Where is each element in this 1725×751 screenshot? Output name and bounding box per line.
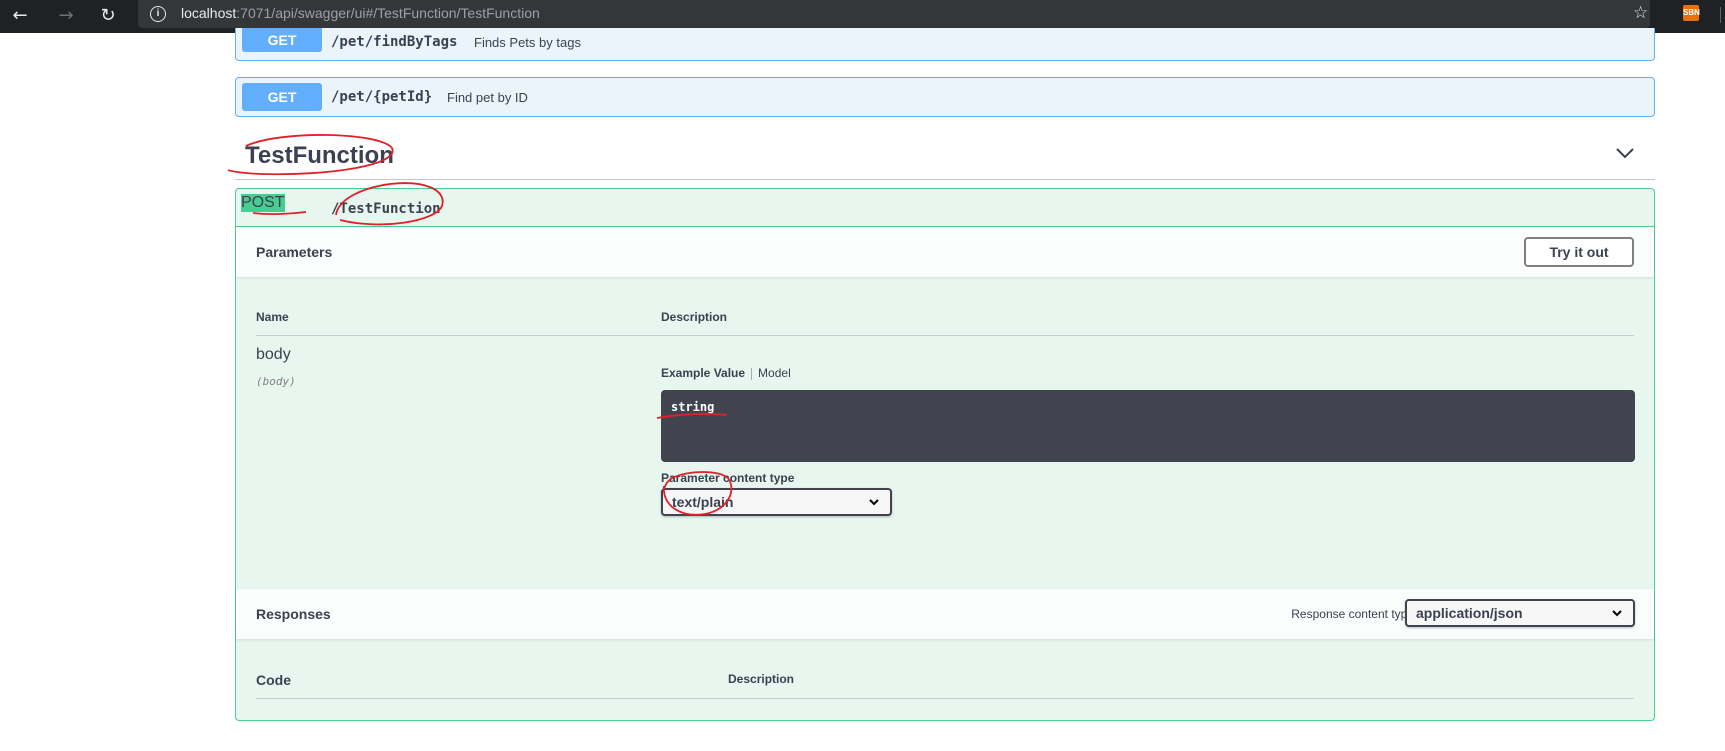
operation-summary: Find pet by ID xyxy=(447,90,528,105)
operation-path: /TestFunction xyxy=(331,201,441,217)
col-code-header: Code xyxy=(256,672,291,688)
tab-model[interactable]: Model xyxy=(758,366,791,380)
response-content-type-select[interactable]: application/json xyxy=(1405,599,1635,627)
chevron-down-icon[interactable] xyxy=(1615,146,1635,160)
opblock-post-testfunction: POST /TestFunction Parameters Try it out… xyxy=(235,188,1655,721)
method-badge: POST xyxy=(241,194,285,212)
parameter-content-type-select[interactable]: text/plain xyxy=(661,488,892,516)
method-badge: GET xyxy=(242,83,322,111)
selected-value: application/json xyxy=(1416,605,1523,621)
parameters-title: Parameters xyxy=(256,244,333,260)
parameters-header: Parameters Try it out xyxy=(236,227,1654,277)
table-header-divider xyxy=(256,335,1634,336)
method-badge: GET xyxy=(242,28,322,52)
url-path: :7071/api/swagger/ui#/TestFunction/TestF… xyxy=(236,5,540,21)
col-description-header: Description xyxy=(661,310,728,324)
chevron-down-icon xyxy=(869,499,879,506)
forward-arrow-icon[interactable]: → xyxy=(54,4,78,28)
operation-summary: Finds Pets by tags xyxy=(474,35,581,50)
example-model-tabs: Example Value Model xyxy=(661,366,791,380)
tab-divider xyxy=(751,367,753,380)
responses-table-divider xyxy=(256,698,1634,699)
chevron-down-icon xyxy=(1612,610,1622,617)
param-name: body xyxy=(256,346,291,363)
response-content-type-label: Response content type xyxy=(1291,607,1414,621)
param-location: (body) xyxy=(256,375,296,388)
reload-icon[interactable]: ↻ xyxy=(96,4,120,28)
example-value-box[interactable]: string xyxy=(661,390,1635,462)
tab-example-value[interactable]: Example Value xyxy=(661,366,745,380)
operation-path: /pet/findByTags xyxy=(331,34,458,50)
bookmark-star-icon[interactable]: ☆ xyxy=(1633,3,1648,23)
opblock-get-findbytags[interactable]: GET /pet/findByTags Finds Pets by tags xyxy=(235,28,1655,61)
url-host: localhost xyxy=(181,5,237,21)
tag-section-testfunction[interactable]: TestFunction xyxy=(235,128,1655,180)
parameter-content-type-label: Parameter content type xyxy=(661,471,795,485)
operation-summary-bar[interactable]: POST /TestFunction xyxy=(236,189,1654,227)
responses-header: Responses Response content type applicat… xyxy=(236,589,1654,639)
example-code: string xyxy=(671,400,715,414)
try-it-out-button[interactable]: Try it out xyxy=(1524,237,1634,267)
operation-path: /pet/{petId} xyxy=(331,89,433,105)
tag-title: TestFunction xyxy=(245,142,394,169)
col-name-header: Name xyxy=(256,310,289,324)
back-arrow-icon[interactable]: ← xyxy=(8,4,32,28)
toolbar-divider xyxy=(1720,7,1721,23)
responses-title: Responses xyxy=(256,606,331,622)
extension-icon[interactable]: SBN xyxy=(1683,5,1700,21)
col-response-description-header: Description xyxy=(728,672,795,686)
url-text[interactable]: localhost:7071/api/swagger/ui#/TestFunct… xyxy=(181,5,540,21)
site-info-icon[interactable]: i xyxy=(150,6,166,22)
selected-value: text/plain xyxy=(672,494,734,510)
opblock-get-petid[interactable]: GET /pet/{petId} Find pet by ID xyxy=(235,77,1655,117)
